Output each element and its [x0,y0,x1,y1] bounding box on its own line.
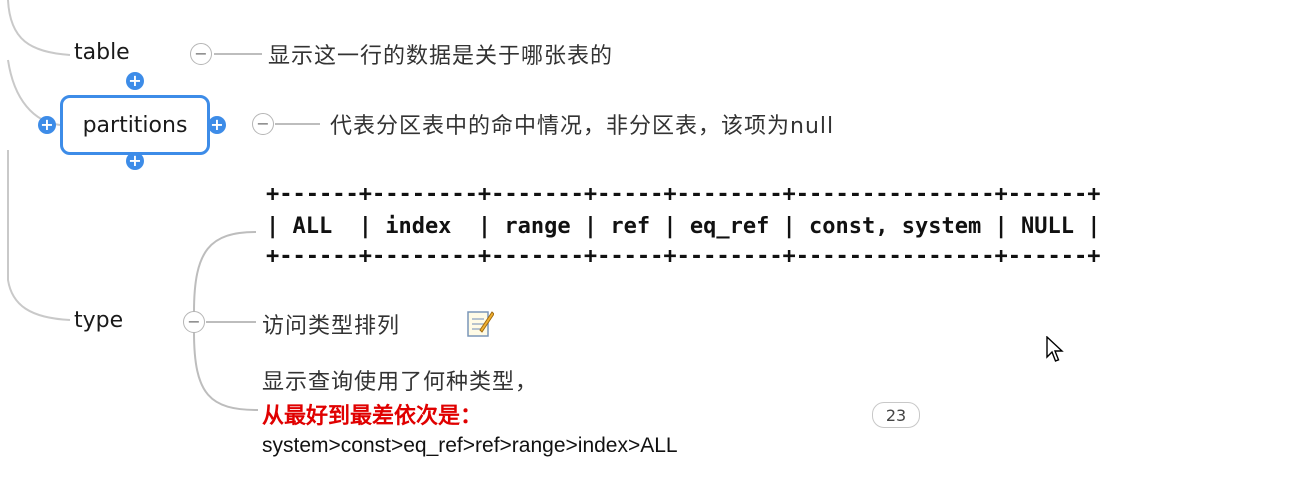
join-types-table: +------+--------+-------+-----+--------+… [266,180,1100,270]
type-note-title: 访问类型排列 [262,314,401,339]
add-topic-right-handle[interactable]: + [208,116,226,134]
add-topic-top-handle[interactable]: + [126,72,144,90]
node-partitions-label: partitions [82,112,188,138]
add-topic-left-handle[interactable]: + [38,116,56,134]
type-description-emphasis: 从最好到最差依次是： [262,403,483,429]
collapse-toggle-partitions[interactable]: − [252,113,274,135]
mouse-cursor-icon [1046,336,1064,362]
add-topic-bottom-handle[interactable]: + [126,152,144,170]
node-table[interactable]: table [74,40,130,65]
collapse-toggle-table[interactable]: − [190,43,212,65]
type-description-line1: 显示查询使用了何种类型， [262,370,539,395]
note-count-badge[interactable]: 23 [872,402,920,428]
partitions-description: 代表分区表中的命中情况，非分区表，该项为null [330,114,835,139]
join-types-table-top-border: +------+--------+-------+-----+--------+… [266,182,1101,207]
node-partitions-selected[interactable]: partitions [60,95,210,155]
join-types-table-row: | ALL | index | range | ref | eq_ref | c… [266,214,1101,239]
note-icon[interactable] [466,308,494,338]
collapse-toggle-type[interactable]: − [183,311,205,333]
table-description: 显示这一行的数据是关于哪张表的 [268,44,614,69]
type-order-sequence: system>const>eq_ref>ref>range>index>ALL [262,434,678,457]
node-type[interactable]: type [74,308,123,333]
join-types-table-bottom-border: +------+--------+-------+-----+--------+… [266,244,1101,269]
